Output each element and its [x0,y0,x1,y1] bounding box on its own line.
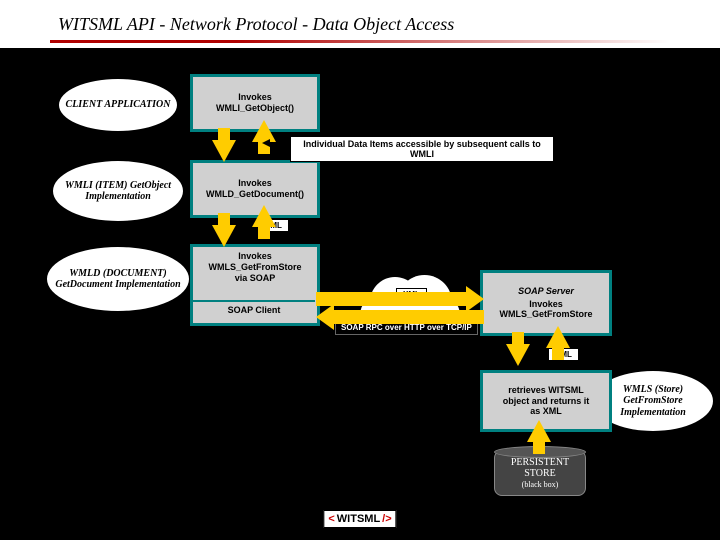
wmld-ellipse: WMLD (DOCUMENT) GetDocument Implementati… [46,246,190,312]
box1-line1: Invokes [238,92,272,103]
arrow-down-icon [506,344,530,366]
box2-line1: Invokes [238,178,272,189]
persistent-store-cylinder: PERSISTENT STORE (black box) [494,450,586,496]
client-application-ellipse: CLIENT APPLICATION [58,78,178,132]
arrow-left-icon [334,310,484,324]
logo-lt: < [328,513,334,525]
title-underline [50,40,670,43]
box3-line2: WMLS_GetFromStore [208,262,301,273]
witsml-logo: < WITSML /> [323,510,396,528]
box5-line1: retrieves WITSML [508,385,584,396]
logo-text: WITSML [337,513,380,525]
box1-line2: WMLI_GetObject() [216,103,294,114]
soap-server-label: SOAP Server [518,286,574,297]
box4-line2: WMLS_GetFromStore [499,309,592,320]
arrow-up-icon [546,326,570,348]
box4-line1: Invokes [529,299,563,310]
arrow-up-icon [252,205,276,227]
store-line2: STORE [524,468,556,480]
box5-line3: as XML [530,406,562,417]
data-items-label: Individual Data Items accessible by subs… [290,136,554,162]
page-title: WITSML API - Network Protocol - Data Obj… [50,12,462,37]
box3-line3: via SOAP [235,273,276,284]
logo-gt: /> [382,513,391,525]
soap-client-label: SOAP Client [193,300,315,318]
arrow-right-icon [316,292,466,306]
arrow-up-icon [527,420,551,442]
arrow-down-icon [212,140,236,162]
box2-line2: WMLD_GetDocument() [206,189,304,200]
store-line1: PERSISTENT [511,457,569,469]
store-line3: (black box) [522,480,559,489]
arrow-down-icon [212,225,236,247]
wmli-ellipse: WMLI (ITEM) GetObject Implementation [52,160,184,222]
box3-line1: Invokes [238,251,272,262]
thin-arrow-icon [270,143,290,144]
box5-line2: object and returns it [503,396,590,407]
